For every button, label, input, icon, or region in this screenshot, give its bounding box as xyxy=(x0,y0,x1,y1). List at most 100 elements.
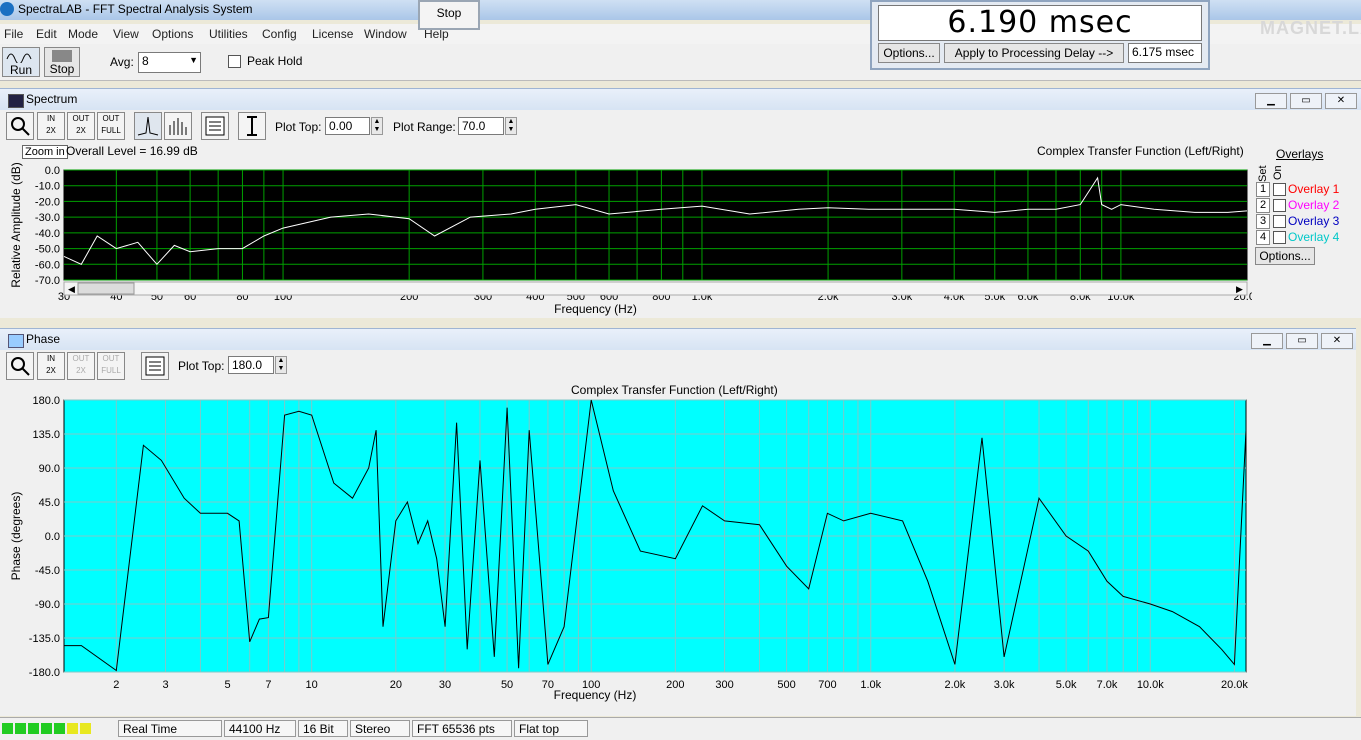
plot-range-spinner[interactable]: ▲ ▼ xyxy=(505,117,517,135)
y-tick-label: -40.0 xyxy=(35,228,60,240)
y-tick-label: 180.0 xyxy=(32,395,60,407)
spectrum-plot-top-spinner[interactable]: ▲ ▼ xyxy=(371,117,383,135)
apply-delay-button[interactable]: Apply to Processing Delay --> xyxy=(944,43,1124,63)
menu-file[interactable]: File xyxy=(4,27,23,41)
phase-plot-top-spinner[interactable]: ▲ ▼ xyxy=(275,356,287,374)
overlay-set-button[interactable]: 4 xyxy=(1256,230,1270,245)
minimize-icon[interactable]: ▁ xyxy=(1251,333,1283,349)
avg-select[interactable]: 8 ▼ xyxy=(138,52,201,73)
x-tick-label: 1.0k xyxy=(860,679,881,691)
line-plot-icon[interactable] xyxy=(134,112,162,140)
chevron-down-icon: ▼ xyxy=(189,55,198,65)
menu-config[interactable]: Config xyxy=(262,27,297,41)
menu-mode[interactable]: Mode xyxy=(68,27,98,41)
menu-window[interactable]: Window xyxy=(364,27,407,41)
phase-chart[interactable]: 180.0 135.0 90.0 45.0 0.0 -45.0 -90.0 -135.0 -18… xyxy=(0,392,1256,714)
overlay-options-label: Options... xyxy=(1259,249,1311,263)
apply-delay-label: Apply to Processing Delay --> xyxy=(954,46,1114,60)
y-tick-label: -30.0 xyxy=(35,212,60,224)
maximize-icon[interactable]: ▭ xyxy=(1290,93,1322,109)
y-tick-label: 0.0 xyxy=(45,165,60,177)
overlay-set-button[interactable]: 1 xyxy=(1256,182,1270,197)
x-axis-label: Frequency (Hz) xyxy=(554,302,637,316)
x-tick-label: 200 xyxy=(666,679,684,691)
y-tick-label: -50.0 xyxy=(35,244,60,256)
phase-plot-top-field[interactable]: 180.0 xyxy=(228,356,274,374)
scrollbar-thumb xyxy=(77,282,135,295)
peak-hold-label: Peak Hold xyxy=(247,54,303,68)
set-header: Set xyxy=(1257,165,1269,182)
maximize-icon[interactable]: ▭ xyxy=(1286,333,1318,349)
spectrum-panel-header: Spectrum ▁ ▭ ✕ xyxy=(0,88,1361,111)
y-tick-label: 0.0 xyxy=(45,531,60,543)
x-tick-label: 50 xyxy=(501,679,513,691)
close-icon[interactable]: ✕ xyxy=(1321,333,1353,349)
spectrum-window-buttons: ▁ ▭ ✕ xyxy=(1252,92,1357,109)
status-bar: Real Time 44100 Hz 16 Bit Stereo FFT 655… xyxy=(0,717,1361,740)
peak-hold-checkbox[interactable] xyxy=(228,55,241,68)
x-axis-label: Frequency (Hz) xyxy=(554,688,637,702)
watermark-logo: MAGNET.LA xyxy=(1260,18,1361,38)
overlay-options-button[interactable]: Options... xyxy=(1255,247,1315,265)
properties-icon[interactable] xyxy=(141,352,169,380)
plot-range-value: 70.0 xyxy=(462,119,486,133)
y-tick-label: -180.0 xyxy=(29,667,60,679)
stop-popup-button[interactable]: Stop xyxy=(418,0,480,30)
y-tick-label: -135.0 xyxy=(29,633,60,645)
status-channels: Stereo xyxy=(350,720,410,737)
run-button[interactable]: Run xyxy=(2,47,40,77)
delay-options-button[interactable]: Options... xyxy=(878,43,940,63)
zoom-out-2x-icon[interactable]: OUT 2X xyxy=(67,112,95,140)
scroll-left-icon: ◀ xyxy=(68,284,75,294)
menu-edit[interactable]: Edit xyxy=(36,27,57,41)
delay-panel: 6.190 msec Options... Apply to Processin… xyxy=(870,0,1210,70)
status-mode: Real Time xyxy=(118,720,222,737)
menu-options[interactable]: Options xyxy=(152,27,193,41)
zoom-icon[interactable] xyxy=(6,112,34,140)
stop-button[interactable]: Stop xyxy=(44,47,80,77)
x-tick-label: 5.0k xyxy=(1056,679,1077,691)
zoom-out-full-icon[interactable]: OUT FULL xyxy=(97,112,125,140)
zoom-in-2x-icon[interactable]: IN 2X xyxy=(37,352,65,380)
spectrum-chart[interactable]: 0.0-10.0-20.0-30.0-40.0-50.0-60.0-70.030… xyxy=(0,154,1252,318)
y-tick-label: 135.0 xyxy=(32,429,60,441)
on-header: On xyxy=(1272,165,1284,180)
overlay-label: Overlay 4 xyxy=(1288,230,1340,244)
overlay-set-button[interactable]: 3 xyxy=(1256,214,1270,229)
x-tick-label: 3 xyxy=(162,679,168,691)
properties-icon[interactable] xyxy=(201,112,229,140)
plot-area xyxy=(63,169,1248,281)
waveform-icon xyxy=(6,53,32,63)
stop-popup-label: Stop xyxy=(436,6,462,20)
spectrum-plot-top-field[interactable]: 0.00 xyxy=(325,117,370,135)
x-tick-label: 500 xyxy=(777,679,795,691)
spectrum-panel-title: Spectrum xyxy=(26,92,78,106)
overlay-set-button[interactable]: 2 xyxy=(1256,198,1270,213)
close-icon[interactable]: ✕ xyxy=(1325,93,1357,109)
zoom-out-full-icon[interactable]: OUT FULL xyxy=(97,352,125,380)
overlay-label: Overlay 3 xyxy=(1288,214,1340,228)
level-meter xyxy=(2,721,114,736)
spectrum-icon xyxy=(8,94,24,108)
y-axis-label: Phase (degrees) xyxy=(9,492,23,581)
zoom-icon[interactable] xyxy=(6,352,34,380)
overlay-checkbox[interactable] xyxy=(1273,231,1286,244)
overlays-title: Overlays xyxy=(1276,147,1324,161)
y-tick-label: 45.0 xyxy=(39,497,60,509)
processing-delay-field[interactable]: 6.175 msec xyxy=(1128,43,1202,63)
menu-license[interactable]: License xyxy=(312,27,353,41)
zoom-in-2x-icon[interactable]: IN 2X xyxy=(37,112,65,140)
menu-view[interactable]: View xyxy=(113,27,139,41)
bar-plot-icon[interactable] xyxy=(164,112,192,140)
menu-utilities[interactable]: Utilities xyxy=(209,27,248,41)
plot-range-field[interactable]: 70.0 xyxy=(458,117,504,135)
overlay-label: Overlay 1 xyxy=(1288,182,1340,196)
scale-icon[interactable] xyxy=(238,112,266,140)
minimize-icon[interactable]: ▁ xyxy=(1255,93,1287,109)
y-tick-label: 90.0 xyxy=(39,463,60,475)
zoom-out-2x-icon[interactable]: OUT 2X xyxy=(67,352,95,380)
overlay-checkbox[interactable] xyxy=(1273,199,1286,212)
overlay-checkbox[interactable] xyxy=(1273,215,1286,228)
x-tick-label: 5 xyxy=(224,679,230,691)
overlay-checkbox[interactable] xyxy=(1273,183,1286,196)
